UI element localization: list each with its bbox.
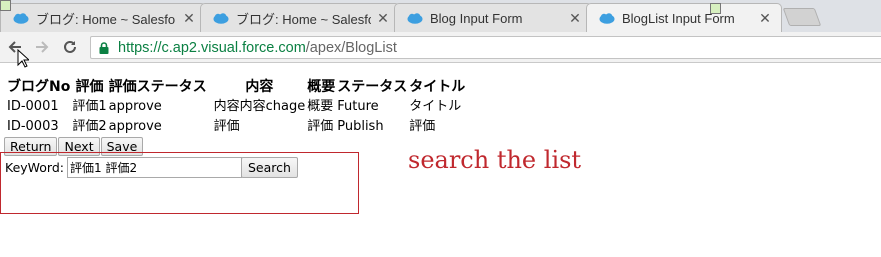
keyword-input[interactable]	[67, 157, 242, 178]
cell-status: Future	[337, 99, 379, 114]
cell-content: 評価	[213, 119, 240, 134]
cell-rating: 評価1	[72, 99, 107, 114]
column-header-title: タイトル	[409, 79, 466, 95]
tab-title: Blog Input Form	[430, 10, 523, 26]
salesforce-cloud-icon	[407, 12, 423, 24]
column-header-content: 内容	[245, 79, 274, 95]
tab-salesforce-home-2[interactable]: ブログ: Home ~ Salesfo ✕	[200, 3, 400, 32]
address-bar[interactable]: https://c.ap2.visual.force.com/apex/Blog…	[90, 36, 881, 59]
cell-status: Publish	[337, 119, 384, 134]
cell-content: 内容内容chage	[213, 99, 306, 114]
column-header-rating: 評価	[75, 79, 104, 95]
reload-button[interactable]	[59, 36, 81, 58]
cell-summary: 評価	[307, 119, 334, 134]
new-tab-button[interactable]	[782, 8, 822, 26]
browser-toolbar: https://c.ap2.visual.force.com/apex/Blog…	[0, 32, 881, 63]
arrow-right-icon	[36, 41, 49, 53]
url-path: /apex/BlogList	[305, 39, 397, 56]
reload-icon	[64, 40, 76, 53]
cell-title: タイトル	[409, 99, 462, 114]
page-content: ブログNo 評価 評価ステータス 内容 概要 ステータス タイトル ID-000…	[0, 64, 881, 257]
url-host: https://c.ap2.visual.force.com	[118, 39, 306, 56]
table-row: ID-0003 評価2 approve 評価 評価 Publish 評価	[6, 117, 466, 137]
keyword-label: KeyWord:	[5, 160, 65, 175]
annotation-text: search the list	[408, 146, 582, 174]
close-icon[interactable]: ✕	[375, 10, 391, 27]
cell-title: 評価	[409, 119, 436, 134]
close-icon[interactable]: ✕	[757, 10, 773, 27]
column-header-rating-status: 評価ステータス	[108, 79, 207, 95]
tab-title: ブログ: Home ~ Salesfo	[236, 11, 371, 27]
tab-title: ブログ: Home ~ Salesfo	[36, 11, 176, 27]
tab-strip: ブログ: Home ~ Salesfo ✕ ブログ: Home ~ Salesf…	[0, 0, 881, 32]
lock-icon	[99, 41, 109, 54]
tab-title: BlogList Input Form	[622, 10, 735, 26]
table-row: ID-0001 評価1 approve 内容内容chage 概要 Future …	[6, 97, 466, 117]
cell-rating: 評価2	[72, 119, 107, 134]
search-button[interactable]: Search	[241, 157, 298, 178]
salesforce-cloud-icon	[599, 12, 615, 24]
cell-blog-no: ID-0001	[7, 99, 59, 114]
selection-marker	[0, 0, 11, 11]
forward-button[interactable]	[31, 36, 53, 58]
column-header-blog-no: ブログNo	[7, 79, 71, 95]
cell-rating-status: approve	[108, 119, 162, 134]
tab-blog-input-form[interactable]: Blog Input Form ✕	[394, 3, 592, 32]
close-icon[interactable]: ✕	[567, 10, 583, 27]
column-header-status: ステータス	[337, 79, 408, 95]
salesforce-cloud-icon	[213, 12, 229, 24]
table-header-row: ブログNo 評価 評価ステータス 内容 概要 ステータス タイトル	[6, 77, 466, 97]
blog-list-table: ブログNo 評価 評価ステータス 内容 概要 ステータス タイトル ID-000…	[6, 77, 466, 137]
search-panel: KeyWord: Search	[0, 152, 359, 214]
close-icon[interactable]: ✕	[181, 10, 197, 27]
cell-summary: 概要	[307, 99, 334, 114]
cell-blog-no: ID-0003	[7, 119, 59, 134]
tab-bloglist-input-form[interactable]: BlogList Input Form ✕	[586, 3, 782, 32]
salesforce-cloud-icon	[13, 12, 29, 24]
mouse-cursor-icon	[17, 49, 29, 68]
column-header-summary: 概要	[307, 79, 336, 95]
selection-marker	[710, 3, 721, 14]
cell-rating-status: approve	[108, 99, 162, 114]
tab-salesforce-home-1[interactable]: ブログ: Home ~ Salesfo ✕	[0, 3, 206, 32]
